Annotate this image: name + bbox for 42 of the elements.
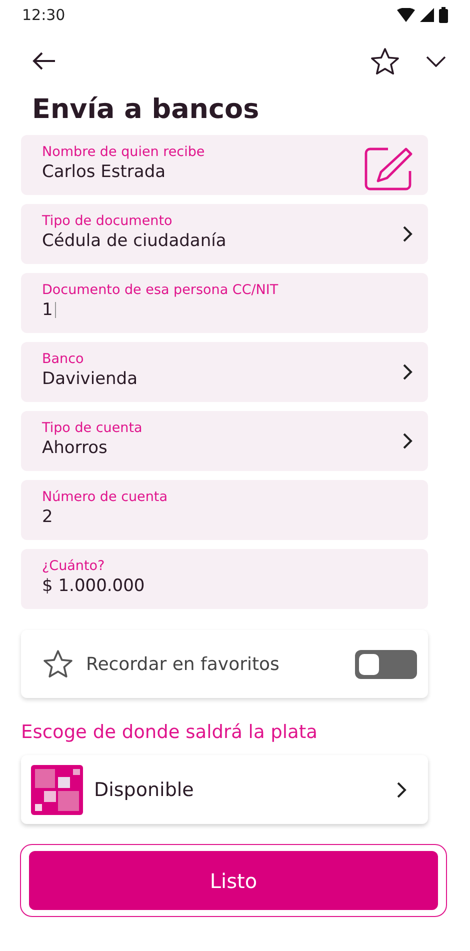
favorite-label: Recordar en favoritos bbox=[86, 654, 280, 674]
section-heading: Escoge de donde saldrá la plata bbox=[21, 722, 318, 743]
select-field[interactable]: Banco Davivienda bbox=[21, 342, 428, 402]
battery-icon bbox=[439, 7, 448, 23]
chevron-right-icon bbox=[402, 363, 414, 381]
back-arrow-icon[interactable] bbox=[32, 52, 56, 70]
chevron-right-icon bbox=[402, 225, 414, 243]
select-field[interactable]: Tipo de cuenta Ahorros bbox=[21, 411, 428, 471]
field-value: Ahorros bbox=[42, 437, 108, 459]
chevron-down-icon[interactable] bbox=[426, 56, 446, 66]
star-icon[interactable] bbox=[370, 46, 400, 76]
chevron-right-icon bbox=[396, 780, 408, 798]
input-field[interactable]: Documento de esa persona CC/NIT 1 bbox=[21, 273, 428, 333]
field-label: Documento de esa persona CC/NIT bbox=[42, 282, 278, 299]
field-value: Carlos Estrada bbox=[42, 161, 166, 183]
field-label: Tipo de cuenta bbox=[42, 420, 142, 437]
field-value: 2 bbox=[42, 506, 53, 528]
field-value: $ 1.000.000 bbox=[42, 575, 145, 597]
account-logo-icon bbox=[31, 764, 83, 814]
field-label: Nombre de quien recibe bbox=[42, 144, 205, 161]
input-field[interactable]: ¿Cuánto? $ 1.000.000 bbox=[21, 549, 428, 609]
field-label: Número de cuenta bbox=[42, 489, 168, 506]
account-name: Disponible bbox=[94, 778, 195, 800]
star-icon bbox=[42, 649, 74, 679]
input-field[interactable]: Nombre de quien recibe Carlos Estrada bbox=[21, 135, 428, 195]
submit-button[interactable]: Listo bbox=[29, 851, 438, 910]
status-time: 12:30 bbox=[22, 6, 66, 24]
toggle-switch[interactable] bbox=[355, 650, 417, 678]
wifi-icon bbox=[397, 8, 415, 22]
field-label: ¿Cuánto? bbox=[42, 558, 106, 575]
chevron-right-icon bbox=[402, 432, 414, 450]
field-value: Davivienda bbox=[42, 368, 138, 390]
field-label: Tipo de documento bbox=[42, 213, 174, 230]
field-value: Cédula de ciudadanía bbox=[42, 230, 226, 252]
edit-icon[interactable] bbox=[364, 145, 414, 193]
select-field[interactable]: Tipo de documento Cédula de ciudadanía bbox=[21, 204, 428, 264]
account-source-card[interactable]: Disponible bbox=[21, 755, 428, 824]
page-title: Envía a bancos bbox=[31, 93, 260, 127]
field-label: Banco bbox=[42, 351, 85, 368]
input-field[interactable]: Número de cuenta 2 bbox=[21, 480, 428, 540]
field-value: 1 bbox=[42, 299, 53, 321]
signal-icon bbox=[420, 8, 434, 22]
